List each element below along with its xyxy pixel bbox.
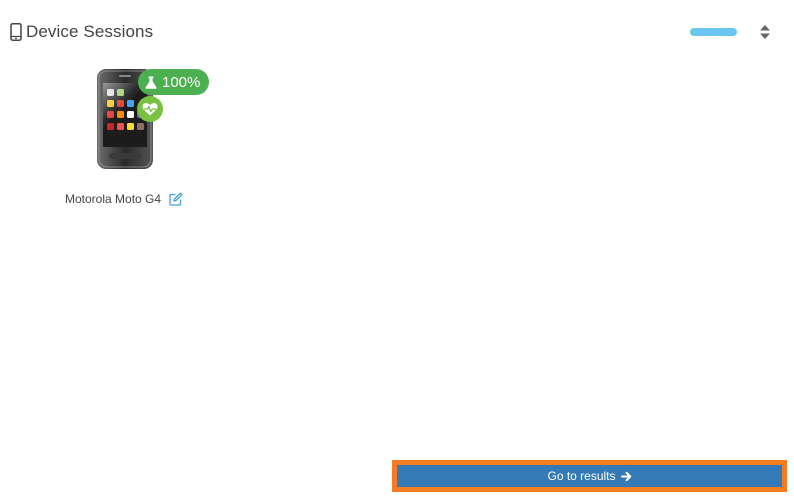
flask-icon (145, 76, 157, 89)
device-name: Motorola Moto G4 (65, 192, 162, 206)
score-value: 100% (162, 73, 201, 91)
sort-icon[interactable] (759, 24, 771, 40)
view-toggle[interactable] (690, 28, 737, 36)
health-badge (137, 96, 163, 122)
device-label-row: Motorola Moto G4 (65, 192, 183, 206)
results-highlight: Go to results (392, 460, 787, 492)
device-sessions-page: Device Sessions 100% Motorola Moto G4 Go… (0, 0, 794, 499)
heart-pulse-icon (142, 102, 158, 116)
go-to-results-button[interactable]: Go to results (397, 465, 782, 487)
go-to-results-label: Go to results (547, 469, 616, 483)
edit-icon[interactable] (169, 192, 183, 206)
mobile-phone-icon (10, 23, 22, 41)
page-title: Device Sessions (26, 22, 154, 41)
device-card[interactable]: 100% Motorola Moto G4 (55, 62, 215, 212)
page-header: Device Sessions (10, 20, 153, 44)
score-badge: 100% (138, 69, 210, 95)
arrow-right-icon (620, 471, 631, 481)
